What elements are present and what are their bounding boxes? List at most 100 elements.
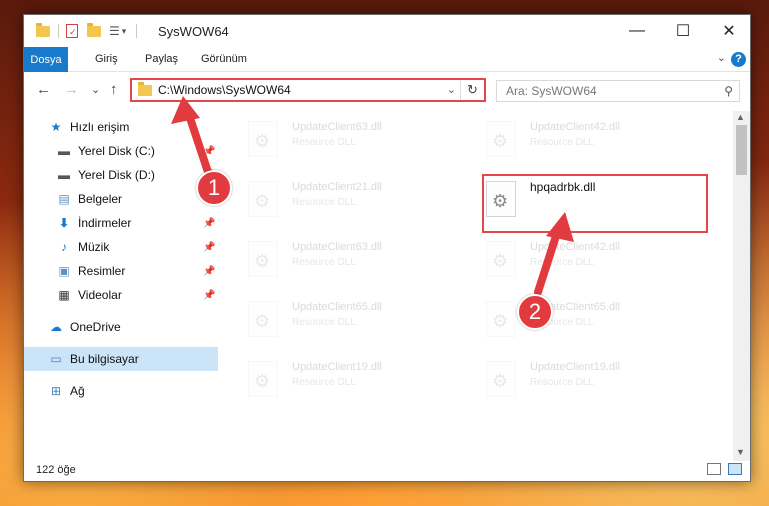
toolbar-divider bbox=[58, 24, 59, 38]
tab-file[interactable]: Dosya bbox=[24, 47, 68, 72]
file-type: Resource DLL bbox=[530, 377, 594, 388]
sidebar-item-label: Yerel Disk (D:) bbox=[78, 168, 155, 182]
videos-icon: ▦ bbox=[58, 288, 70, 302]
search-input[interactable]: Ara: SysWOW64 ⚲ bbox=[496, 80, 740, 102]
sidebar-item-label: Videolar bbox=[78, 288, 122, 302]
close-button[interactable]: ✕ bbox=[706, 15, 752, 47]
sidebar-item-downloads[interactable]: ⬇ İndirmeler 📌 bbox=[24, 211, 218, 235]
dll-file-icon bbox=[486, 181, 516, 217]
window-title: SysWOW64 bbox=[158, 24, 229, 39]
documents-icon: ▤ bbox=[58, 192, 70, 206]
sidebar-item-label: Belgeler bbox=[78, 192, 123, 206]
sidebar-item-label: OneDrive bbox=[70, 320, 121, 334]
onedrive-icon: ☁ bbox=[50, 320, 62, 334]
tab-share[interactable]: Paylaş bbox=[145, 47, 178, 72]
up-button[interactable]: ↑ bbox=[110, 81, 118, 98]
sidebar-item-network[interactable]: ⊞ Ağ bbox=[24, 379, 218, 403]
file-item[interactable]: UpdateClient19.dll Resource DLL bbox=[240, 355, 470, 401]
sidebar-item-label: Hızlı erişim bbox=[70, 120, 130, 134]
file-item[interactable]: UpdateClient65.dll Resource DLL bbox=[478, 295, 708, 341]
dll-file-icon bbox=[248, 361, 278, 397]
callout-badge-2: 2 bbox=[517, 294, 553, 330]
toolbar-divider bbox=[136, 24, 138, 38]
tab-view[interactable]: Görünüm bbox=[201, 47, 247, 72]
file-name: UpdateClient19.dll bbox=[530, 361, 620, 373]
scroll-down-icon[interactable]: ▼ bbox=[736, 447, 745, 457]
file-type: Resource DLL bbox=[292, 197, 356, 208]
file-item[interactable]: UpdateClient63.dll Resource DLL bbox=[240, 115, 470, 161]
file-item[interactable]: UpdateClient21.dll Resource DLL bbox=[240, 175, 470, 221]
address-path[interactable]: C:\Windows\SysWOW64 bbox=[158, 83, 291, 97]
file-name: UpdateClient63.dll bbox=[292, 121, 382, 133]
sidebar-item-music[interactable]: ♪ Müzik 📌 bbox=[24, 235, 218, 259]
tab-home[interactable]: Giriş bbox=[95, 47, 118, 72]
pin-icon[interactable]: 📌 bbox=[203, 266, 215, 277]
refresh-button[interactable]: ↻ bbox=[460, 80, 484, 100]
vertical-scrollbar[interactable]: ▲ ▼ bbox=[733, 111, 750, 461]
ribbon-expand-chevron-icon[interactable]: ⌄ bbox=[717, 51, 726, 64]
status-bar: 122 öğe bbox=[24, 459, 750, 481]
file-item[interactable]: UpdateClient42.dll Resource DLL bbox=[478, 235, 708, 281]
file-name: UpdateClient65.dll bbox=[292, 301, 382, 313]
address-bar[interactable]: C:\Windows\SysWOW64 ⌄ ↻ bbox=[130, 78, 486, 102]
minimize-button[interactable]: — bbox=[614, 15, 660, 47]
pin-icon[interactable]: 📌 bbox=[203, 290, 215, 301]
properties-icon[interactable]: ✓ bbox=[66, 24, 78, 38]
quick-access-toolbar: ✓ ☰ ▾ bbox=[36, 22, 138, 39]
file-type: Resource DLL bbox=[530, 257, 594, 268]
pin-icon[interactable]: 📌 bbox=[203, 146, 215, 157]
navigation-bar: ← → ⌄ ↑ C:\Windows\SysWOW64 ⌄ ↻ Ara: Sys… bbox=[24, 73, 750, 107]
sidebar-item-label: Bu bilgisayar bbox=[70, 352, 139, 366]
title-bar: ✓ ☰ ▾ SysWOW64 — ☐ ✕ bbox=[24, 15, 750, 47]
file-name: UpdateClient21.dll bbox=[292, 181, 382, 193]
view-options-icon[interactable]: ☰ bbox=[109, 24, 120, 38]
sidebar-item-label: Müzik bbox=[78, 240, 110, 254]
item-count: 122 öğe bbox=[36, 464, 76, 476]
address-dropdown-icon[interactable]: ⌄ bbox=[447, 83, 456, 96]
dll-file-icon bbox=[248, 301, 278, 337]
drive-icon: ▬ bbox=[58, 144, 70, 158]
file-item[interactable]: UpdateClient63.dll Resource DLL bbox=[240, 235, 470, 281]
new-folder-icon[interactable] bbox=[87, 22, 101, 37]
search-icon[interactable]: ⚲ bbox=[724, 84, 733, 98]
scrollbar-thumb[interactable] bbox=[736, 125, 747, 175]
sidebar-item-label: Yerel Disk (C:) bbox=[78, 144, 155, 158]
details-view-button[interactable] bbox=[707, 463, 721, 475]
pin-icon[interactable]: 📌 bbox=[203, 242, 215, 253]
file-item[interactable]: UpdateClient42.dll Resource DLL bbox=[478, 115, 708, 161]
file-item-highlighted[interactable]: hpqadrbk.dll bbox=[482, 174, 708, 233]
file-name: UpdateClient42.dll bbox=[530, 121, 620, 133]
sidebar-item-videos[interactable]: ▦ Videolar 📌 bbox=[24, 283, 218, 307]
customize-toolbar-chevron-icon[interactable]: ▾ bbox=[122, 26, 127, 37]
sidebar-item-this-pc[interactable]: ▭ Bu bilgisayar bbox=[24, 347, 218, 371]
pin-icon[interactable]: 📌 bbox=[203, 218, 215, 229]
sidebar-item-label: İndirmeler bbox=[78, 216, 132, 230]
sidebar-item-pictures[interactable]: ▣ Resimler 📌 bbox=[24, 259, 218, 283]
forward-button[interactable]: → bbox=[64, 81, 79, 98]
back-button[interactable]: ← bbox=[36, 81, 51, 98]
scroll-up-icon[interactable]: ▲ bbox=[736, 112, 745, 122]
sidebar-item-quick-access[interactable]: ★ Hızlı erişim bbox=[24, 115, 218, 139]
sidebar-item-disk-c[interactable]: ▬ Yerel Disk (C:) 📌 bbox=[24, 139, 218, 163]
computer-icon: ▭ bbox=[50, 352, 62, 366]
star-icon: ★ bbox=[50, 120, 62, 134]
search-placeholder: Ara: SysWOW64 bbox=[506, 84, 597, 98]
file-type: Resource DLL bbox=[292, 137, 356, 148]
file-type: Resource DLL bbox=[292, 257, 356, 268]
sidebar-item-disk-d[interactable]: ▬ Yerel Disk (D:) 📌 bbox=[24, 163, 218, 187]
dll-file-icon bbox=[486, 121, 516, 157]
dll-file-icon bbox=[248, 181, 278, 217]
sidebar-item-onedrive[interactable]: ☁ OneDrive bbox=[24, 315, 218, 339]
recent-locations-button[interactable]: ⌄ bbox=[91, 83, 100, 96]
sidebar-item-documents[interactable]: ▤ Belgeler 📌 bbox=[24, 187, 218, 211]
folder-icon bbox=[36, 22, 50, 37]
file-name: hpqadrbk.dll bbox=[530, 180, 596, 194]
help-icon[interactable]: ? bbox=[731, 52, 746, 67]
sidebar-item-label: Ağ bbox=[70, 384, 85, 398]
dll-file-icon bbox=[486, 241, 516, 277]
callout-badge-1: 1 bbox=[196, 170, 232, 206]
file-item[interactable]: UpdateClient65.dll Resource DLL bbox=[240, 295, 470, 341]
maximize-button[interactable]: ☐ bbox=[660, 15, 706, 47]
file-item[interactable]: UpdateClient19.dll Resource DLL bbox=[478, 355, 708, 401]
large-icons-view-button[interactable] bbox=[728, 463, 742, 475]
